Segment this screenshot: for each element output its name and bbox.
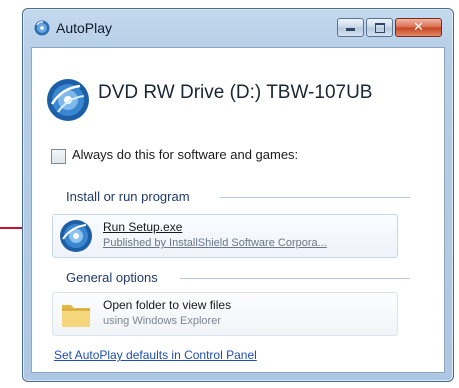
option-run-setup-label: Run Setup.exe — [103, 220, 183, 234]
maximize-icon — [375, 23, 385, 33]
option-open-folder[interactable]: Open folder to view files using Windows … — [52, 292, 398, 336]
section-divider-install — [220, 197, 410, 198]
autoplay-defaults-link[interactable]: Set AutoPlay defaults in Control Panel — [54, 348, 257, 362]
autoplay-window: AutoPlay ✕ DVD RW Drive (D:) TBW-107UB A… — [22, 8, 454, 382]
close-button[interactable]: ✕ — [395, 18, 442, 37]
autoplay-icon — [34, 20, 50, 36]
option-run-setup-publisher: Published by InstallShield Software Corp… — [103, 237, 327, 249]
maximize-button[interactable] — [366, 18, 393, 37]
section-title-install: Install or run program — [66, 189, 190, 204]
minimize-button[interactable] — [337, 18, 364, 37]
cd-drive-icon — [47, 79, 89, 121]
setup-disc-icon — [60, 220, 92, 252]
always-do-this-label[interactable]: Always do this for software and games: — [72, 147, 298, 162]
always-do-this-checkbox[interactable] — [51, 149, 66, 164]
minimize-icon — [346, 28, 355, 31]
close-icon: ✕ — [413, 19, 424, 34]
section-divider-general — [180, 278, 410, 279]
title-bar[interactable]: AutoPlay ✕ — [23, 9, 453, 47]
section-title-general: General options — [66, 270, 158, 285]
content-pane: DVD RW Drive (D:) TBW-107UB Always do th… — [31, 47, 445, 373]
option-open-folder-label: Open folder to view files — [103, 298, 232, 312]
drive-title: DVD RW Drive (D:) TBW-107UB — [98, 82, 373, 103]
option-run-setup[interactable]: Run Setup.exe Published by InstallShield… — [52, 214, 398, 258]
folder-icon — [62, 305, 90, 327]
window-title: AutoPlay — [56, 20, 113, 36]
option-open-folder-sub: using Windows Explorer — [103, 315, 221, 327]
